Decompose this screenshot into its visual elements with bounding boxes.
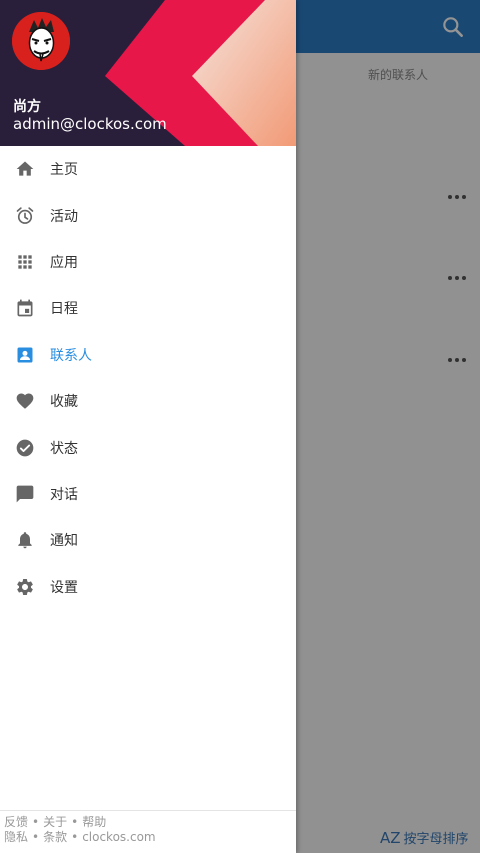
footer-link-about[interactable]: 关于 [43,815,67,829]
footer-link-feedback[interactable]: 反馈 [4,815,28,829]
menu-item-calendar[interactable]: 日程 [0,285,296,331]
menu-item-contacts[interactable]: 联系人 [0,332,296,378]
menu-item-label: 设置 [50,579,78,596]
menu-item-apps[interactable]: 应用 [0,239,296,285]
menu-item-chat[interactable]: 对话 [0,471,296,517]
menu-item-home[interactable]: 主页 [0,146,296,192]
home-icon [16,161,34,176]
footer-link-privacy[interactable]: 隐私 [4,830,28,844]
drawer-header: 尚方 admin@clockos.com [0,0,296,146]
avatar[interactable] [12,12,70,70]
menu-item-label: 收藏 [50,394,78,411]
footer-separator: • [32,815,40,829]
menu-item-label: 日程 [50,301,78,318]
menu-item-notifications[interactable]: 通知 [0,517,296,563]
menu-item-label: 对话 [50,486,78,503]
footer-link-terms[interactable]: 条款 [43,830,67,844]
bell-icon [18,532,32,549]
menu-item-label: 活动 [50,208,78,225]
footer-row-2: 隐私 • 条款 • clockos.com [4,830,296,845]
user-email: admin@clockos.com [13,115,167,133]
chat-icon [16,485,34,503]
calendar-icon [17,300,33,317]
menu-item-favorites[interactable]: 收藏 [0,378,296,424]
drawer-footer: 反馈 • 关于 • 帮助 隐私 • 条款 • clockos.com [0,810,296,845]
navigation-drawer: 尚方 admin@clockos.com 主页 活动 应用 日程 联系人 收藏 … [0,0,296,853]
apps-grid-icon [18,255,32,269]
footer-separator: • [71,815,79,829]
menu-item-label: 联系人 [50,347,92,364]
footer-separator: • [32,830,40,844]
menu-item-activity[interactable]: 活动 [0,192,296,238]
menu-item-label: 主页 [50,162,78,179]
user-name: 尚方 [13,99,41,115]
footer-row-1: 反馈 • 关于 • 帮助 [4,815,296,830]
menu-item-label: 通知 [50,533,78,550]
gear-icon [17,578,33,595]
footer-link-help[interactable]: 帮助 [82,815,106,829]
check-circle-icon [16,439,34,456]
drawer-menu: 主页 活动 应用 日程 联系人 收藏 状态 对话 通知 设置 [0,146,296,610]
footer-link-site[interactable]: clockos.com [82,830,155,844]
heart-icon [16,393,34,409]
contact-icon [17,347,33,363]
alarm-icon [16,206,34,224]
menu-item-status[interactable]: 状态 [0,424,296,470]
menu-item-settings[interactable]: 设置 [0,564,296,610]
menu-item-label: 应用 [50,254,78,271]
menu-item-label: 状态 [50,440,78,457]
footer-separator: • [71,830,79,844]
